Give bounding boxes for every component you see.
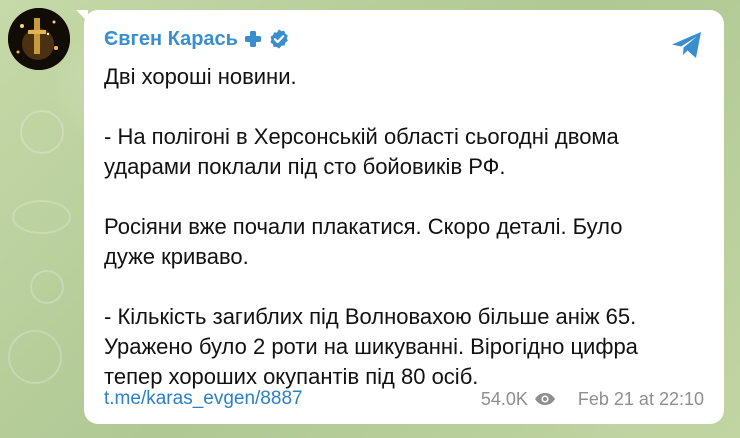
- eye-icon: [534, 393, 555, 405]
- wallpaper-doodle: [8, 330, 62, 384]
- message-paragraph: - На полігоні в Херсонській області сьог…: [104, 124, 619, 179]
- telegram-share-icon[interactable]: [670, 28, 704, 62]
- message-paragraph: Дві хороші новини.: [104, 64, 297, 89]
- view-count: 54.0K: [480, 388, 528, 409]
- sender-name[interactable]: Євген Карась: [104, 28, 238, 51]
- verified-badge-icon: [268, 28, 290, 50]
- message-meta: 54.0K Feb 21 at 22:10: [481, 389, 704, 410]
- avatar-image: [8, 8, 70, 70]
- wallpaper-doodle: [20, 110, 64, 154]
- message-paragraph: - Кількість загиблих під Волновахою біль…: [104, 304, 638, 389]
- sender-avatar[interactable]: [8, 8, 70, 70]
- message-bubble: Євген Карась Дві хороші новини. - На пол…: [84, 10, 724, 424]
- message-footer: t.me/karas_evgen/8887 54.0K Feb 21 at 22…: [104, 386, 704, 412]
- post-link[interactable]: t.me/karas_evgen/8887: [104, 388, 303, 410]
- wallpaper-doodle: [12, 200, 71, 234]
- cross-icon: [244, 30, 262, 48]
- message-paragraph: Росіяни вже почали плакатися. Скоро дета…: [104, 214, 623, 269]
- message-text: Дві хороші новини. - На полігоні в Херсо…: [104, 62, 704, 392]
- wallpaper-doodle: [30, 270, 64, 304]
- message-timestamp: Feb 21 at 22:10: [577, 388, 704, 409]
- message-header: Євген Карась: [104, 26, 704, 52]
